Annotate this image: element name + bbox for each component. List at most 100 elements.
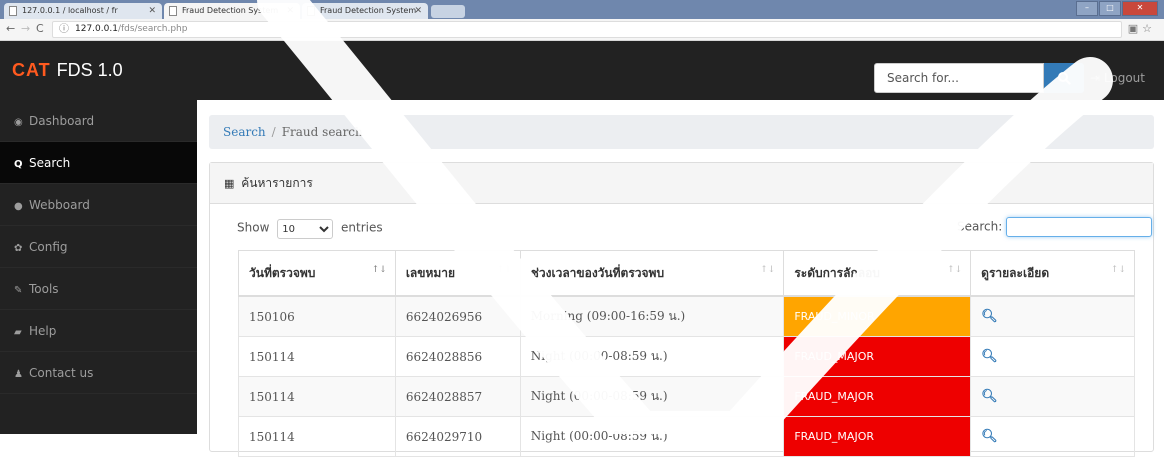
close-icon[interactable]: ✕	[414, 3, 422, 19]
table-search-label: Search:	[957, 219, 1003, 234]
column-header-date[interactable]: วันที่ตรวจพบ ↑↓	[238, 250, 396, 297]
view-detail-icon[interactable]: 🔍︎	[981, 389, 998, 404]
cell-fraud-level: FRAUD_MAJOR	[783, 336, 972, 377]
sidebar-item-search[interactable]: Q Search	[0, 142, 197, 184]
entries-label: entries	[341, 220, 383, 235]
cell-detail: 🔍︎	[970, 336, 1135, 377]
column-header-label: ดูรายละเอียด	[981, 265, 1050, 280]
table-row: 150114 6624028857 Night (00:00-08:59 น.)…	[238, 376, 1135, 417]
gear-icon: ✿	[14, 243, 23, 254]
column-header-label: วันที่ตรวจพบ	[249, 265, 316, 280]
column-header-label: ระดับการลักลอบ	[794, 265, 880, 280]
breadcrumb-link-search[interactable]: Search	[223, 125, 266, 139]
sort-icon: ↑↓	[496, 265, 512, 275]
top-search	[874, 63, 1084, 93]
sidebar-item-help[interactable]: ▰ Help	[0, 310, 197, 352]
minimize-button[interactable]: –	[1076, 1, 1098, 16]
sort-icon: ↑↓	[947, 265, 963, 275]
logout-label: Logout	[1103, 71, 1145, 85]
user-icon: ♟	[14, 369, 23, 380]
address-bar-row: ← → C ⓘ 127.0.0.1/fds/search.php ▣☆	[0, 19, 1164, 41]
sort-icon: ↑↓	[1110, 265, 1126, 275]
window-close-button[interactable]: ✕	[1122, 1, 1158, 16]
maximize-button[interactable]: □	[1099, 1, 1121, 16]
extension-icons[interactable]: ▣☆	[1128, 22, 1156, 35]
cell-period: Night (00:00-08:59 น.)	[519, 336, 785, 377]
cell-detail: 🔍︎	[970, 376, 1135, 417]
sidebar-item-contact[interactable]: ♟ Contact us	[0, 352, 197, 394]
page-size-select[interactable]: 10	[277, 219, 334, 239]
table-header-row: วันที่ตรวจพบ ↑↓ เลขหมาย ↑↓ ช่วงเวลาของวันท…	[238, 250, 1135, 297]
search-icon: Q	[14, 159, 23, 170]
column-header-level[interactable]: ระดับการลักลอบ ↑↓	[783, 250, 972, 297]
wrench-icon: ✎	[14, 285, 23, 296]
sign-out-icon: ⇥	[1090, 71, 1101, 85]
sidebar-item-webboard[interactable]: ● Webboard	[0, 184, 197, 226]
back-icon[interactable]: ←	[6, 22, 15, 35]
close-icon[interactable]: ✕	[286, 3, 294, 19]
sidebar-item-label: Contact us	[29, 366, 94, 380]
sidebar-item-label: Tools	[29, 282, 59, 296]
cell-detail: 🔍︎	[970, 295, 1135, 337]
panel-heading: ▦ ค้นหารายการ	[210, 163, 1153, 204]
breadcrumb-separator: /	[271, 125, 276, 139]
sidebar-item-dashboard[interactable]: ◉ Dashboard	[0, 100, 197, 142]
view-detail-icon[interactable]: 🔍︎	[981, 309, 998, 324]
search-button[interactable]	[1044, 63, 1084, 93]
browser-tab-strip: 127.0.0.1 / localhost / fr ✕ Fraud Detec…	[0, 0, 1164, 19]
fraud-table: วันที่ตรวจพบ ↑↓ เลขหมาย ↑↓ ช่วงเวลาของวันท…	[238, 250, 1135, 457]
view-detail-icon[interactable]: 🔍︎	[981, 429, 998, 444]
table-search-input[interactable]	[1006, 217, 1153, 237]
sidebar: ◉ Dashboard Q Search ● Webboard ✿ Config ✎ To…	[0, 100, 197, 434]
page-icon	[307, 6, 315, 16]
logout-link[interactable]: ⇥ Logout	[1090, 71, 1145, 85]
sidebar-item-label: Help	[29, 324, 57, 338]
column-header-period[interactable]: ช่วงเวลาของวันที่ตรวจพบ ↑↓	[519, 250, 785, 297]
search-input[interactable]	[874, 63, 1044, 93]
cell-number: 6624028856	[394, 336, 521, 377]
browser-tab[interactable]: 127.0.0.1 / localhost / fr ✕	[4, 3, 162, 19]
browser-tab-title: Fraud Detection System	[182, 6, 279, 15]
cell-fraud-level: FRAUD_MINOR	[783, 295, 972, 337]
column-header-detail[interactable]: ดูรายละเอียด ↑↓	[970, 250, 1135, 297]
table-row: 150114 6624029710 Night (00:00-08:59 น.)…	[238, 416, 1135, 457]
cell-number: 6624029710	[394, 416, 521, 457]
cell-detail: 🔍︎	[970, 416, 1135, 457]
reload-icon[interactable]: C	[36, 22, 44, 35]
browser-tab-title: Fraud Detection System	[320, 6, 417, 15]
brand[interactable]: CAT FDS 1.0	[12, 60, 123, 81]
breadcrumb-current: Fraud search	[281, 125, 363, 139]
url-field[interactable]: ⓘ 127.0.0.1/fds/search.php	[52, 21, 1122, 38]
top-navbar: CATFDS 1.0 ⇥ Logout	[0, 41, 1164, 100]
brand-logo: CAT	[12, 60, 51, 80]
close-icon[interactable]: ✕	[148, 3, 156, 19]
cell-period: Night (00:00-08:59 น.)	[519, 376, 785, 417]
search-panel: ▦ ค้นหารายการ Show 10 entries Search: วั…	[209, 162, 1154, 457]
cell-period: Morning (09:00-16:59 น.)	[519, 295, 785, 337]
cell-number: 6624026956	[394, 295, 521, 337]
sidebar-item-label: Config	[29, 240, 68, 254]
sidebar-item-config[interactable]: ✿ Config	[0, 226, 197, 268]
browser-tab-active[interactable]: Fraud Detection System ✕	[164, 3, 300, 19]
sidebar-item-label: Webboard	[29, 198, 90, 212]
column-header-number[interactable]: เลขหมาย ↑↓	[394, 250, 521, 297]
show-label: Show	[237, 220, 270, 235]
cell-period: Night (00:00-08:59 น.)	[519, 416, 785, 457]
cell-fraud-level: FRAUD_MAJOR	[783, 376, 972, 417]
view-detail-icon[interactable]: 🔍︎	[981, 349, 998, 364]
book-icon: ▰	[14, 327, 22, 338]
table-row: 150106 6624026956 Morning (09:00-16:59 น…	[238, 295, 1135, 337]
panel-title: ค้นหารายการ	[241, 176, 313, 190]
column-header-label: เลขหมาย	[405, 265, 456, 280]
search-icon	[1058, 72, 1071, 85]
browser-tab-title: 127.0.0.1 / localhost / fr	[22, 6, 118, 15]
cell-date: 150114	[238, 416, 396, 457]
dashboard-icon: ◉	[14, 117, 23, 128]
sidebar-item-tools[interactable]: ✎ Tools	[0, 268, 197, 310]
browser-tab[interactable]: Fraud Detection System ✕	[302, 3, 428, 19]
sidebar-item-label: Dashboard	[29, 114, 95, 128]
forward-icon[interactable]: →	[21, 22, 30, 35]
breadcrumb: Search / Fraud search	[209, 115, 1154, 149]
new-tab-button[interactable]	[431, 5, 465, 18]
page-icon	[9, 6, 17, 16]
